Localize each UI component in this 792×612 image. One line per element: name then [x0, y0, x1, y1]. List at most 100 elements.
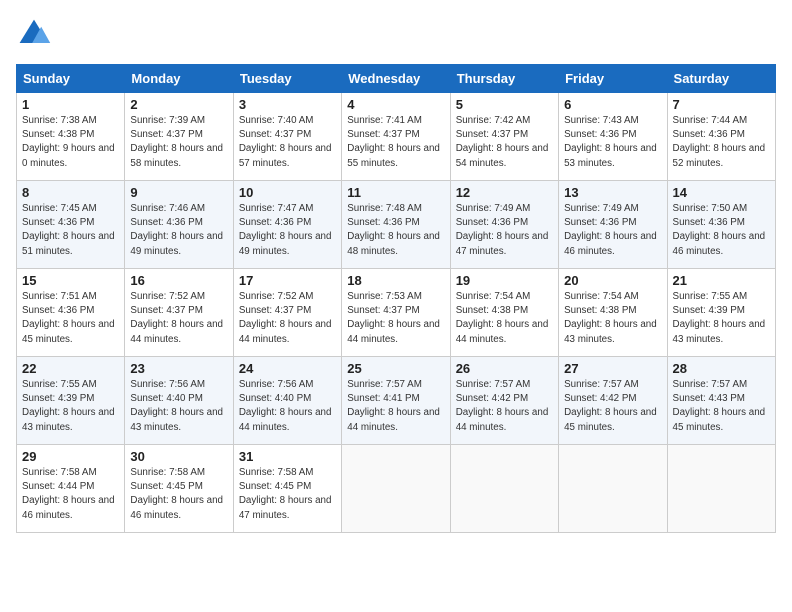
day-number: 27	[564, 361, 661, 376]
day-detail: Sunrise: 7:56 AMSunset: 4:40 PMDaylight:…	[239, 378, 336, 435]
day-detail: Sunrise: 7:51 AMSunset: 4:36 PMDaylight:…	[22, 290, 119, 347]
day-detail: Sunrise: 7:58 AMSunset: 4:45 PMDaylight:…	[130, 466, 227, 523]
day-detail: Sunrise: 7:49 AMSunset: 4:36 PMDaylight:…	[456, 202, 553, 259]
weekday-header-tuesday: Tuesday	[233, 65, 341, 93]
weekday-header-friday: Friday	[559, 65, 667, 93]
day-detail: Sunrise: 7:57 AMSunset: 4:42 PMDaylight:…	[564, 378, 661, 435]
day-number: 14	[673, 185, 770, 200]
day-number: 4	[347, 97, 444, 112]
day-number: 21	[673, 273, 770, 288]
calendar-cell: 6 Sunrise: 7:43 AMSunset: 4:36 PMDaylight…	[559, 93, 667, 181]
calendar-cell: 10 Sunrise: 7:47 AMSunset: 4:36 PMDayligh…	[233, 181, 341, 269]
day-number: 12	[456, 185, 553, 200]
day-detail: Sunrise: 7:55 AMSunset: 4:39 PMDaylight:…	[22, 378, 119, 435]
day-detail: Sunrise: 7:42 AMSunset: 4:37 PMDaylight:…	[456, 114, 553, 171]
day-detail: Sunrise: 7:54 AMSunset: 4:38 PMDaylight:…	[564, 290, 661, 347]
day-number: 26	[456, 361, 553, 376]
day-detail: Sunrise: 7:38 AMSunset: 4:38 PMDaylight:…	[22, 114, 119, 171]
day-number: 25	[347, 361, 444, 376]
calendar-cell: 29 Sunrise: 7:58 AMSunset: 4:44 PMDayligh…	[17, 445, 125, 533]
weekday-header-sunday: Sunday	[17, 65, 125, 93]
day-detail: Sunrise: 7:52 AMSunset: 4:37 PMDaylight:…	[239, 290, 336, 347]
day-number: 16	[130, 273, 227, 288]
day-detail: Sunrise: 7:54 AMSunset: 4:38 PMDaylight:…	[456, 290, 553, 347]
calendar-cell: 9Sunrise: 7:46 AMSunset: 4:36 PMDaylight…	[125, 181, 233, 269]
day-number: 8	[22, 185, 119, 200]
logo-icon	[16, 16, 52, 52]
day-number: 2	[130, 97, 227, 112]
calendar-cell: 13 Sunrise: 7:49 AMSunset: 4:36 PMDayligh…	[559, 181, 667, 269]
calendar-cell: 8 Sunrise: 7:45 AMSunset: 4:36 PMDaylight…	[17, 181, 125, 269]
day-detail: Sunrise: 7:48 AMSunset: 4:36 PMDaylight:…	[347, 202, 444, 259]
day-detail: Sunrise: 7:45 AMSunset: 4:36 PMDaylight:…	[22, 202, 119, 259]
day-number: 19	[456, 273, 553, 288]
day-detail: Sunrise: 7:53 AMSunset: 4:37 PMDaylight:…	[347, 290, 444, 347]
calendar-cell	[667, 445, 775, 533]
calendar-cell	[559, 445, 667, 533]
day-number: 13	[564, 185, 661, 200]
day-number: 31	[239, 449, 336, 464]
weekday-header-saturday: Saturday	[667, 65, 775, 93]
day-detail: Sunrise: 7:44 AMSunset: 4:36 PMDaylight:…	[673, 114, 770, 171]
calendar-cell: 22 Sunrise: 7:55 AMSunset: 4:39 PMDayligh…	[17, 357, 125, 445]
calendar-cell: 14Sunrise: 7:50 AMSunset: 4:36 PMDayligh…	[667, 181, 775, 269]
day-number: 29	[22, 449, 119, 464]
calendar-cell: 12 Sunrise: 7:49 AMSunset: 4:36 PMDayligh…	[450, 181, 558, 269]
day-number: 17	[239, 273, 336, 288]
weekday-header-monday: Monday	[125, 65, 233, 93]
day-detail: Sunrise: 7:46 AMSunset: 4:36 PMDaylight:…	[130, 202, 227, 259]
header	[16, 16, 776, 52]
day-detail: Sunrise: 7:41 AMSunset: 4:37 PMDaylight:…	[347, 114, 444, 171]
day-number: 10	[239, 185, 336, 200]
weekday-header-thursday: Thursday	[450, 65, 558, 93]
day-number: 22	[22, 361, 119, 376]
calendar: SundayMondayTuesdayWednesdayThursdayFrid…	[16, 64, 776, 533]
calendar-cell: 11 Sunrise: 7:48 AMSunset: 4:36 PMDayligh…	[342, 181, 450, 269]
day-detail: Sunrise: 7:39 AMSunset: 4:37 PMDaylight:…	[130, 114, 227, 171]
calendar-cell: 25Sunrise: 7:57 AMSunset: 4:41 PMDayligh…	[342, 357, 450, 445]
day-detail: Sunrise: 7:43 AMSunset: 4:36 PMDaylight:…	[564, 114, 661, 171]
day-number: 28	[673, 361, 770, 376]
day-detail: Sunrise: 7:58 AMSunset: 4:45 PMDaylight:…	[239, 466, 336, 523]
calendar-cell: 28 Sunrise: 7:57 AMSunset: 4:43 PMDayligh…	[667, 357, 775, 445]
calendar-cell: 18Sunrise: 7:53 AMSunset: 4:37 PMDayligh…	[342, 269, 450, 357]
calendar-cell: 1 Sunrise: 7:38 AMSunset: 4:38 PMDaylight…	[17, 93, 125, 181]
day-number: 15	[22, 273, 119, 288]
calendar-cell: 24 Sunrise: 7:56 AMSunset: 4:40 PMDayligh…	[233, 357, 341, 445]
calendar-cell	[450, 445, 558, 533]
logo	[16, 16, 56, 52]
calendar-cell: 20 Sunrise: 7:54 AMSunset: 4:38 PMDayligh…	[559, 269, 667, 357]
day-number: 23	[130, 361, 227, 376]
day-number: 6	[564, 97, 661, 112]
calendar-cell: 3 Sunrise: 7:40 AMSunset: 4:37 PMDaylight…	[233, 93, 341, 181]
day-detail: Sunrise: 7:52 AMSunset: 4:37 PMDaylight:…	[130, 290, 227, 347]
day-detail: Sunrise: 7:58 AMSunset: 4:44 PMDaylight:…	[22, 466, 119, 523]
calendar-cell: 17 Sunrise: 7:52 AMSunset: 4:37 PMDayligh…	[233, 269, 341, 357]
calendar-cell: 2 Sunrise: 7:39 AMSunset: 4:37 PMDaylight…	[125, 93, 233, 181]
day-number: 5	[456, 97, 553, 112]
calendar-cell: 15 Sunrise: 7:51 AMSunset: 4:36 PMDayligh…	[17, 269, 125, 357]
day-detail: Sunrise: 7:47 AMSunset: 4:36 PMDaylight:…	[239, 202, 336, 259]
calendar-cell: 23 Sunrise: 7:56 AMSunset: 4:40 PMDayligh…	[125, 357, 233, 445]
calendar-cell: 27 Sunrise: 7:57 AMSunset: 4:42 PMDayligh…	[559, 357, 667, 445]
day-detail: Sunrise: 7:55 AMSunset: 4:39 PMDaylight:…	[673, 290, 770, 347]
day-number: 20	[564, 273, 661, 288]
calendar-cell: 30 Sunrise: 7:58 AMSunset: 4:45 PMDayligh…	[125, 445, 233, 533]
calendar-cell: 26 Sunrise: 7:57 AMSunset: 4:42 PMDayligh…	[450, 357, 558, 445]
calendar-cell: 19 Sunrise: 7:54 AMSunset: 4:38 PMDayligh…	[450, 269, 558, 357]
day-detail: Sunrise: 7:57 AMSunset: 4:43 PMDaylight:…	[673, 378, 770, 435]
day-detail: Sunrise: 7:49 AMSunset: 4:36 PMDaylight:…	[564, 202, 661, 259]
day-number: 24	[239, 361, 336, 376]
day-number: 30	[130, 449, 227, 464]
calendar-cell: 21 Sunrise: 7:55 AMSunset: 4:39 PMDayligh…	[667, 269, 775, 357]
calendar-cell: 31 Sunrise: 7:58 AMSunset: 4:45 PMDayligh…	[233, 445, 341, 533]
day-detail: Sunrise: 7:56 AMSunset: 4:40 PMDaylight:…	[130, 378, 227, 435]
day-detail: Sunrise: 7:57 AMSunset: 4:42 PMDaylight:…	[456, 378, 553, 435]
calendar-cell: 4 Sunrise: 7:41 AMSunset: 4:37 PMDaylight…	[342, 93, 450, 181]
day-number: 3	[239, 97, 336, 112]
day-number: 1	[22, 97, 119, 112]
calendar-cell: 16 Sunrise: 7:52 AMSunset: 4:37 PMDayligh…	[125, 269, 233, 357]
day-detail: Sunrise: 7:40 AMSunset: 4:37 PMDaylight:…	[239, 114, 336, 171]
day-number: 11	[347, 185, 444, 200]
weekday-header-wednesday: Wednesday	[342, 65, 450, 93]
